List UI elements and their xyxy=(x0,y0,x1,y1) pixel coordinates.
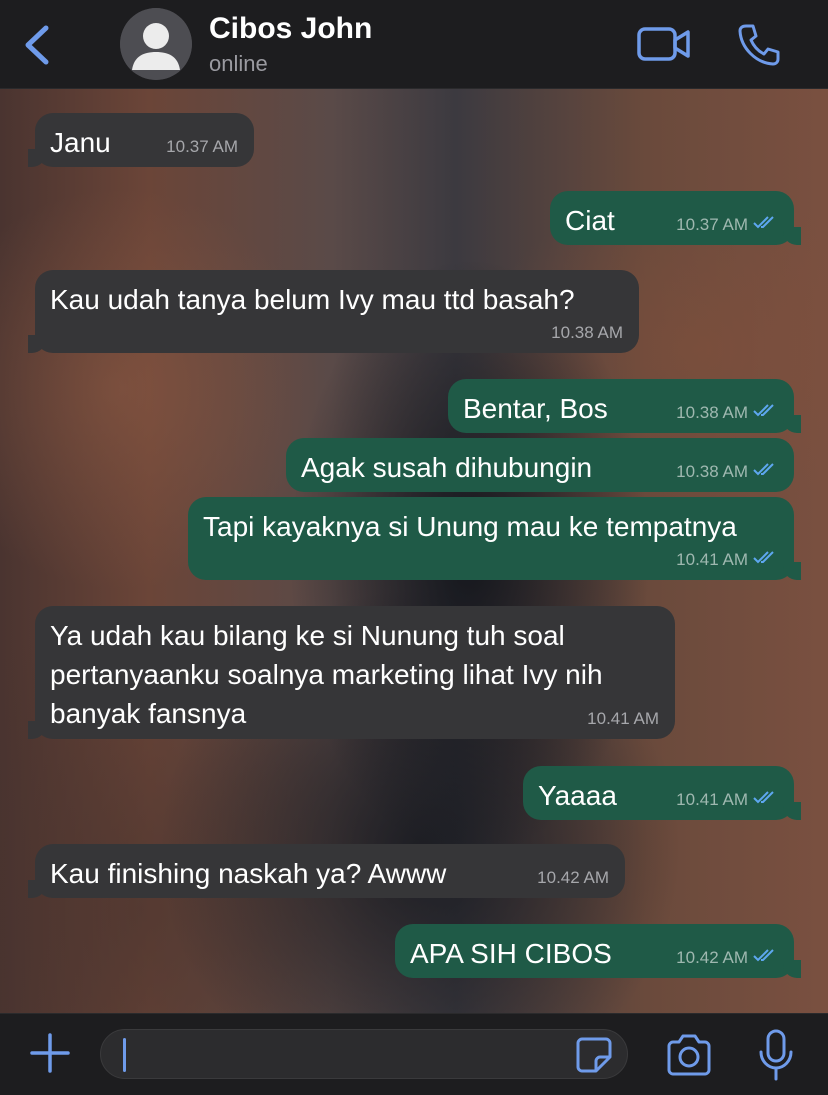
message-time: 10.41 AM xyxy=(587,709,659,728)
double-check-icon xyxy=(752,789,778,810)
double-check-icon xyxy=(752,214,778,235)
plus-icon xyxy=(28,1031,72,1075)
voice-call-button[interactable] xyxy=(736,22,782,68)
message-time: 10.37 AM xyxy=(676,214,748,234)
message-text: Tapi kayaknya si Unung mau ke tempatnya xyxy=(203,511,737,542)
attach-button[interactable] xyxy=(28,1031,72,1075)
message-bubble[interactable]: Kau finishing naskah ya? Awww 10.42 AM xyxy=(28,844,625,898)
message-time: 10.42 AM xyxy=(676,947,748,967)
double-check-icon xyxy=(752,549,778,570)
message-meta: 10.42 AM xyxy=(537,868,609,888)
message-time: 10.38 AM xyxy=(676,461,748,481)
person-silhouette-icon xyxy=(120,8,192,80)
bubble-tail xyxy=(783,802,801,820)
avatar[interactable] xyxy=(120,8,192,80)
message-time: 10.41 AM xyxy=(676,789,748,809)
microphone-icon xyxy=(756,1028,796,1082)
message-meta: 10.41 AM xyxy=(676,549,778,570)
microphone-button[interactable] xyxy=(756,1028,796,1082)
bubble-tail xyxy=(28,335,46,353)
message-text: Kau finishing naskah ya? Awww xyxy=(50,858,447,889)
message-bubble[interactable]: Yaaaa 10.41 AM xyxy=(523,766,801,820)
bubble-tail xyxy=(783,960,801,978)
message-bubble[interactable]: Ciat 10.37 AM xyxy=(550,191,801,245)
message-time: 10.37 AM xyxy=(166,137,238,156)
sticker-button[interactable] xyxy=(574,1035,614,1075)
message-meta: 10.38 AM xyxy=(551,323,623,343)
message-bubble[interactable]: Janu 10.37 AM xyxy=(28,113,254,167)
message-meta: 10.37 AM xyxy=(166,137,238,157)
bubble-tail xyxy=(28,880,46,898)
message-time: 10.38 AM xyxy=(676,402,748,422)
message-bubble[interactable]: Tapi kayaknya si Unung mau ke tempatnya … xyxy=(188,497,801,580)
bubble-tail xyxy=(28,721,46,739)
back-button[interactable] xyxy=(18,22,58,68)
message-text: Ya udah kau bilang ke si Nunung tuh soal… xyxy=(50,620,603,729)
bubble-tail xyxy=(783,562,801,580)
message-time: 10.41 AM xyxy=(676,549,748,569)
message-bubble[interactable]: APA SIH CIBOS 10.42 AM xyxy=(395,924,801,978)
bubble-tail xyxy=(783,227,801,245)
message-time: 10.42 AM xyxy=(537,868,609,887)
message-meta: 10.38 AM xyxy=(676,461,778,482)
text-cursor xyxy=(123,1038,126,1072)
message-bubble[interactable]: Bentar, Bos 10.38 AM xyxy=(448,379,801,433)
bubble-tail xyxy=(783,415,801,433)
message-bubble[interactable]: Ya udah kau bilang ke si Nunung tuh soal… xyxy=(28,606,675,739)
double-check-icon xyxy=(752,947,778,968)
message-meta: 10.38 AM xyxy=(676,402,778,423)
message-meta: 10.41 AM xyxy=(676,789,778,810)
chat-header: Cibos John online xyxy=(0,0,828,89)
contact-name[interactable]: Cibos John xyxy=(209,12,372,46)
composer-bar xyxy=(0,1013,828,1095)
message-meta: 10.42 AM xyxy=(676,947,778,968)
message-text: Kau udah tanya belum Ivy mau ttd basah? xyxy=(50,284,575,315)
camera-icon xyxy=(664,1032,714,1078)
chevron-left-icon xyxy=(18,22,58,68)
sticker-icon xyxy=(574,1035,614,1075)
phone-icon xyxy=(736,22,782,68)
contact-status: online xyxy=(209,51,268,76)
double-check-icon xyxy=(752,461,778,482)
video-camera-icon xyxy=(636,24,692,64)
message-bubble[interactable]: Agak susah dihubungin 10.38 AM xyxy=(286,438,794,492)
message-time: 10.38 AM xyxy=(551,323,623,342)
camera-button[interactable] xyxy=(664,1032,714,1078)
bubble-tail xyxy=(28,149,46,167)
message-bubble[interactable]: Kau udah tanya belum Ivy mau ttd basah? … xyxy=(28,270,639,353)
chat-background: Janu 10.37 AM Ciat 10.37 AM Kau udah tan… xyxy=(0,89,828,1013)
message-meta: 10.37 AM xyxy=(676,214,778,235)
video-call-button[interactable] xyxy=(636,24,692,64)
message-meta: 10.41 AM xyxy=(587,709,659,729)
message-input[interactable] xyxy=(100,1029,628,1079)
double-check-icon xyxy=(752,402,778,423)
